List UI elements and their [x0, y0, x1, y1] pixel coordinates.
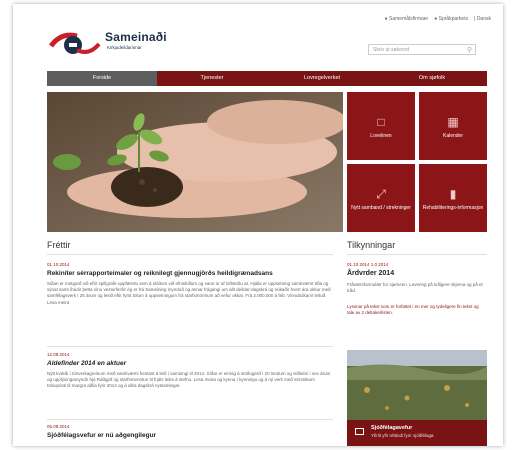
expand-icon: ⤢ — [376, 187, 386, 201]
bar-chart-icon: ▮ — [449, 187, 457, 201]
landscape-photo — [347, 350, 487, 420]
hands-with-seedling-image — [47, 92, 343, 232]
announcement-body: Fråværsformulær for sjømenn. Levering på… — [347, 282, 483, 294]
search-placeholder: Skriv ut søkeord — [373, 47, 410, 53]
divider — [47, 419, 333, 420]
top-links: ● Samemålsfirmaer ● Språkparkets | Dansk — [385, 16, 491, 22]
logo-mark-icon — [48, 32, 101, 54]
search-input[interactable]: Skriv ut søkeord ⚲ — [368, 44, 476, 55]
divider — [347, 254, 487, 255]
divider — [47, 346, 333, 347]
divider — [47, 254, 333, 255]
nav-item-lovregelverket[interactable]: Lovregelverket — [267, 71, 377, 86]
logo-subtitle: Kirkjudeildarinnar — [107, 45, 142, 50]
nav-item-om-sjofolk[interactable]: Om sjøfolk — [377, 71, 487, 86]
tile-rehabilitering[interactable]: ▮ Rehabiliterings-informasjon — [419, 164, 487, 232]
news-date-2: 12.09.2014 — [47, 352, 70, 357]
announcements-heading: Tilkynningar — [347, 240, 396, 250]
tile-kalender[interactable]: ▦ Kalender — [419, 92, 487, 160]
document-icon: ▦ — [447, 115, 459, 129]
news-title-3[interactable]: Sjóðfélagsvefur er nú aðgengilegur — [47, 432, 156, 439]
monitor-icon — [355, 428, 364, 435]
main-nav: Forside Tjenester Lovregelverket Om sjøf… — [47, 71, 487, 86]
search-icon[interactable]: ⚲ — [467, 46, 472, 54]
top-link-2[interactable]: ● Språkparkets — [434, 16, 468, 22]
folder-icon: □ — [377, 115, 385, 129]
nav-item-tjenester[interactable]: Tjenester — [157, 71, 267, 86]
news-title-2[interactable]: Aldefinder 2014 en aktuer — [47, 360, 126, 367]
announcement-link[interactable]: Lyssnar på tekst som er forfattet i en m… — [347, 304, 487, 316]
announcement-title[interactable]: Årdvrder 2014 — [347, 270, 394, 277]
news-body-2: Nýtt kvæði í tónverkagreinum með samkvæm… — [47, 371, 331, 389]
news-date-1: 01.10.2014 — [47, 262, 70, 267]
site-logo[interactable]: Sameinaði Kirkjudeildarinnar — [47, 30, 167, 58]
banner-title: Sjóðfélagavefur — [371, 425, 413, 431]
tile-lovelinen[interactable]: □ Lovelinen — [347, 92, 415, 160]
tile-nytt-samband[interactable]: ⤢ Nytt samband / strekninger — [347, 164, 415, 232]
top-link-3[interactable]: | Dansk — [474, 16, 491, 22]
news-body-1: Siðan er mötgarð við eftir spillgrafir-u… — [47, 281, 331, 305]
member-portal-banner[interactable]: Sjóðfélagavefur Yfirlit yfir réttindi fy… — [347, 420, 487, 446]
top-link-1[interactable]: ● Samemålsfirmaer — [385, 16, 429, 22]
hero-image — [47, 92, 343, 232]
banner-subtitle: Yfirlit yfir réttindi fyrir sjóðfélaga — [371, 433, 434, 438]
browser-page: ● Samemålsfirmaer ● Språkparkets | Dansk… — [13, 4, 503, 446]
news-heading: Fréttir — [47, 240, 71, 250]
news-title-1[interactable]: Rekiníter sérrapporteimaler og reiknileg… — [47, 270, 273, 277]
nav-item-forside[interactable]: Forside — [47, 71, 157, 86]
logo-name: Sameinaði — [105, 30, 167, 44]
announcement-date: 01.10.2014 1.0.2014 — [347, 262, 389, 267]
landscape-image — [347, 350, 487, 420]
news-date-3: 05.09.2014 — [47, 424, 70, 429]
quick-links: □ Lovelinen ▦ Kalender ⤢ Nytt samband / … — [347, 92, 487, 232]
